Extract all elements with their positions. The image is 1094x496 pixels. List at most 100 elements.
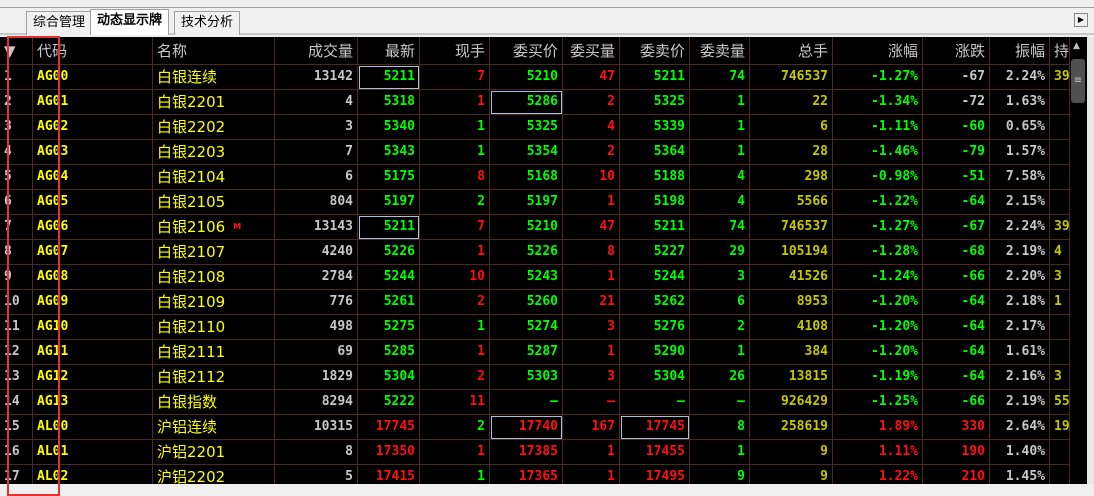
table-row[interactable]: 7 AG06 白银2106 M 13143 5211 7 5210 47 5211 74 746537… (0, 215, 1070, 240)
table-row[interactable]: 9 AG08 白银2108 2784 5244 10 5243 1 5244 3 41526 -1.2… (0, 265, 1070, 290)
table-cell: 5197 (490, 190, 563, 215)
table-cell: 白银2111 (153, 340, 275, 365)
table-cell: 5262 (620, 290, 690, 315)
table-cell: 746537 (750, 65, 833, 90)
column-header[interactable]: 名称 (153, 37, 275, 65)
table-cell: -1.27% (833, 65, 923, 90)
table-cell: 2.64% (990, 415, 1050, 440)
table-cell: 2 (420, 190, 490, 215)
table-cell: 5222 (358, 390, 420, 415)
table-cell: 5286 (490, 90, 563, 115)
table-cell: -64 (923, 315, 990, 340)
column-header[interactable]: 委买价 (490, 37, 563, 65)
scrollbar-thumb[interactable]: ≡ (1071, 59, 1085, 103)
table-row[interactable]: 15 AL00 沪铝连续 10315 17745 2 17740 167 17745 8 25861… (0, 415, 1070, 440)
table-cell: 5318 (358, 90, 420, 115)
table-row[interactable]: 17 AL02 沪铝2202 5 17415 1 17365 1 17495 9 9 1.22% 210… (0, 465, 1070, 484)
tab-scroll-right-icon[interactable]: ▶ (1074, 13, 1088, 27)
sort-toggle-icon[interactable]: ▼ (0, 37, 33, 65)
table-cell: 沪铝2201 (153, 440, 275, 465)
scroll-up-icon[interactable]: ▲ (1073, 41, 1080, 51)
column-header[interactable]: 委卖价 (620, 37, 690, 65)
table-cell: 17385 (490, 440, 563, 465)
table-cell: -60 (923, 115, 990, 140)
table-row[interactable]: 2 AG01 白银2201 4 5318 1 5286 2 5325 1 22 -1.34% -72 1.… (0, 90, 1070, 115)
table-cell: 17350 (358, 440, 420, 465)
table-cell: 白银2105 (153, 190, 275, 215)
table-cell: -64 (923, 365, 990, 390)
table-cell: 白银2202 (153, 115, 275, 140)
table-cell: 1 (690, 340, 750, 365)
table-cell (1050, 190, 1070, 215)
table-row[interactable]: 6 AG05 白银2105 804 5197 2 5197 1 5198 4 5566 -1.22% -… (0, 190, 1070, 215)
column-header[interactable]: 最新 (358, 37, 420, 65)
column-header[interactable]: 持 (1050, 37, 1070, 65)
table-cell: 3 (690, 265, 750, 290)
table-cell: 8 (0, 240, 33, 265)
table-cell: 1.89% (833, 415, 923, 440)
table-cell: 4 (690, 165, 750, 190)
table-cell: 5340 (358, 115, 420, 140)
tab-technical-analysis[interactable]: 技术分析 (174, 11, 241, 35)
window-edge (1087, 37, 1094, 484)
column-header[interactable]: 振幅 (990, 37, 1050, 65)
table-cell (1050, 315, 1070, 340)
tab-dynamic-quote-board[interactable]: 动态显示牌 (90, 9, 170, 35)
table-cell: 5274 (490, 315, 563, 340)
table-cell: -66 (923, 390, 990, 415)
table-cell: 10315 (275, 415, 358, 440)
table-cell: 4108 (750, 315, 833, 340)
column-header[interactable]: 现手 (420, 37, 490, 65)
table-row[interactable]: 16 AL01 沪铝2201 8 17350 1 17385 1 17455 1 9 1.11% 190… (0, 440, 1070, 465)
table-cell: 6 (0, 190, 33, 215)
table-cell: 13 (0, 365, 33, 390)
table-cell: 1 (420, 465, 490, 484)
table-cell: 13143 (275, 215, 358, 240)
table-row[interactable]: 4 AG03 白银2203 7 5343 1 5354 2 5364 1 28 -1.46% -79 1.… (0, 140, 1070, 165)
table-cell: 16 (0, 440, 33, 465)
table-cell: 5275 (358, 315, 420, 340)
table-cell: 1 (563, 190, 620, 215)
table-row[interactable]: 5 AG04 白银2104 6 5175 8 5168 10 5188 4 298 -0.98% -51… (0, 165, 1070, 190)
table-cell: 1 (563, 265, 620, 290)
table-cell: 8953 (750, 290, 833, 315)
table-row[interactable]: 13 AG12 白银2112 1829 5304 2 5303 3 5304 26 13815 -1.… (0, 365, 1070, 390)
vertical-scrollbar[interactable]: ▲ ≡ (1070, 37, 1087, 484)
table-cell: 6 (690, 290, 750, 315)
table-cell: -51 (923, 165, 990, 190)
column-header[interactable]: 涨幅 (833, 37, 923, 65)
table-cell: 11 (420, 390, 490, 415)
table-cell: 白银2107 (153, 240, 275, 265)
table-row[interactable]: 14 AG13 白银指数 8294 5222 11— — — —926429 -1.25% -66 2… (0, 390, 1070, 415)
table-cell: 0.65% (990, 115, 1050, 140)
tab-overview[interactable]: 综合管理 (26, 11, 93, 35)
table-cell: 3 (563, 315, 620, 340)
table-cell: 8 (275, 440, 358, 465)
table-cell: 5210 (490, 215, 563, 240)
column-header[interactable]: 委卖量 (690, 37, 750, 65)
table-cell: -66 (923, 265, 990, 290)
table-cell: -1.11% (833, 115, 923, 140)
table-row[interactable]: 1 AG00 白银连续 13142 5211 7 5210 47 5211 74 746537 -1.… (0, 65, 1070, 90)
table-row[interactable]: 12 AG11 白银2111 69 5285 1 5287 1 5290 1 384 -1.20% -6… (0, 340, 1070, 365)
table-row[interactable]: 10 AG09 白银2109 776 5261 2 5260 21 5262 6 8953 -1.20… (0, 290, 1070, 315)
column-header[interactable]: 总手 (750, 37, 833, 65)
column-header[interactable]: 委买量 (563, 37, 620, 65)
table-row[interactable]: 8 AG07 白银2107 4240 5226 1 5226 8 5227 29 105194 -1.… (0, 240, 1070, 265)
table-cell: 5226 (358, 240, 420, 265)
table-cell: -1.20% (833, 290, 923, 315)
table-cell: 4 (1050, 240, 1070, 265)
column-header[interactable]: 成交量 (275, 37, 358, 65)
table-row[interactable]: 3 AG02 白银2202 3 5340 1 5325 4 5339 1 6 -1.11% -60 0.6… (0, 115, 1070, 140)
table-cell: 2.20% (990, 265, 1050, 290)
table-cell: AL01 (33, 440, 153, 465)
table-header: ▼ 代码 名称 成交量 最新 现手 委买价 委买量 委卖价 委卖量 总手 涨幅 涨跌 振幅持 (0, 37, 1070, 65)
table-cell: 1.40% (990, 440, 1050, 465)
table-cell (1050, 465, 1070, 484)
table-cell: 39 (1050, 215, 1070, 240)
table-row[interactable]: 11 AG10 白银2110 498 5275 1 5274 3 5276 2 4108 -1.20%… (0, 315, 1070, 340)
table-cell: 2 (563, 90, 620, 115)
column-header[interactable]: 代码 (33, 37, 153, 65)
column-header[interactable]: 涨跌 (923, 37, 990, 65)
table-cell: 74 (690, 65, 750, 90)
